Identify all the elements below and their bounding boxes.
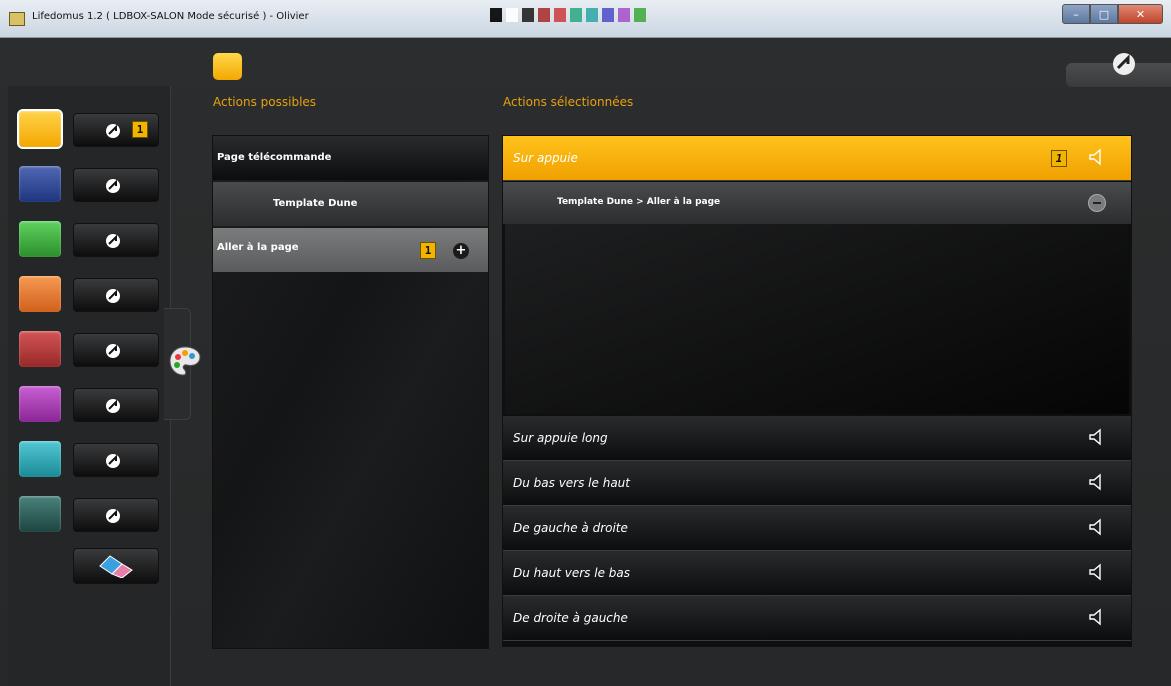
rotate-icon <box>106 399 120 413</box>
list-item-label: Page télécommande <box>217 152 332 163</box>
speaker-icon[interactable] <box>1087 148 1105 166</box>
speaker-icon[interactable] <box>1087 608 1105 626</box>
color-action-button-8[interactable] <box>73 498 159 532</box>
app-body: 1 Actions possibles Actions sélectionnée… <box>0 38 1171 686</box>
possible-actions-list: Page télécommande Template Dune Aller à … <box>212 135 489 649</box>
selected-action-label: Template Dune > Aller à la page <box>557 197 721 207</box>
color-row-2 <box>19 166 159 206</box>
close-button[interactable]: ✕ <box>1118 4 1163 24</box>
list-item-label: Aller à la page <box>217 242 299 253</box>
badge-count: 1 <box>132 121 148 138</box>
rotate-icon <box>106 179 120 193</box>
rotate-icon <box>106 454 120 468</box>
color-swatch-purple[interactable] <box>19 386 61 422</box>
window-controls: – □ ✕ <box>1062 4 1163 24</box>
speaker-icon[interactable] <box>1087 473 1105 491</box>
speaker-icon[interactable] <box>1087 428 1105 446</box>
rotate-icon <box>106 124 120 138</box>
color-row-1: 1 <box>17 109 159 151</box>
left-heading: Actions possibles <box>213 95 317 109</box>
event-label: Sur appuie <box>513 151 578 165</box>
event-row-swipe-up[interactable]: Du bas vers le haut <box>503 461 1131 506</box>
color-swatch-teal[interactable] <box>19 496 61 532</box>
palette-icon[interactable] <box>168 344 202 378</box>
color-swatch-cyan[interactable] <box>19 441 61 477</box>
color-swatch-green[interactable] <box>19 221 61 257</box>
color-action-button-5[interactable] <box>73 333 159 367</box>
color-row-6 <box>19 386 159 426</box>
color-action-button-1[interactable]: 1 <box>73 113 159 147</box>
app-icon <box>9 12 25 26</box>
color-swatch-orange[interactable] <box>19 276 61 312</box>
color-swatch-blue[interactable] <box>19 166 61 202</box>
eraser-button[interactable] <box>73 548 159 584</box>
color-swatch-red[interactable] <box>19 331 61 367</box>
selected-action-row[interactable]: Template Dune > Aller à la page <box>503 182 1131 224</box>
rotate-icon <box>106 289 120 303</box>
list-item-label: Template Dune <box>273 198 358 209</box>
add-action-button[interactable]: + <box>453 243 469 259</box>
minimize-button[interactable]: – <box>1062 4 1090 24</box>
eraser-icon <box>99 555 133 578</box>
color-action-button-4[interactable] <box>73 278 159 312</box>
rotate-icon <box>106 344 120 358</box>
event-row-on-press[interactable]: Sur appuie 1 <box>503 136 1131 181</box>
event-row-swipe-right[interactable]: De gauche à droite <box>503 506 1131 551</box>
event-label: Sur appuie long <box>513 431 608 445</box>
color-swatch-yellow[interactable] <box>17 109 63 149</box>
color-row-5 <box>19 331 159 371</box>
event-label: De gauche à droite <box>513 521 628 535</box>
event-label: De droite à gauche <box>513 611 628 625</box>
event-row-swipe-down[interactable]: Du haut vers le bas <box>503 551 1131 596</box>
color-action-button-7[interactable] <box>73 443 159 477</box>
list-item-remote-page[interactable]: Page télécommande <box>213 136 488 180</box>
event-row-long-press[interactable]: Sur appuie long <box>503 416 1131 461</box>
action-detail-area <box>505 224 1129 414</box>
event-label: Du bas vers le haut <box>513 476 630 490</box>
color-row-7 <box>19 441 159 481</box>
rotate-icon <box>106 234 120 248</box>
color-row-3 <box>19 221 159 261</box>
color-action-button-2[interactable] <box>73 168 159 202</box>
list-item-template-dune[interactable]: Template Dune <box>213 182 488 226</box>
rotate-icon <box>106 509 120 523</box>
titlebar-background-thumbnails <box>490 8 810 34</box>
color-row-4 <box>19 276 159 316</box>
remove-action-button[interactable] <box>1088 194 1106 212</box>
speaker-icon[interactable] <box>1087 518 1105 536</box>
maximize-button[interactable]: □ <box>1090 4 1118 24</box>
color-action-button-3[interactable] <box>73 223 159 257</box>
color-action-button-6[interactable] <box>73 388 159 422</box>
list-item-go-to-page[interactable]: Aller à la page 1 + <box>213 228 488 272</box>
right-heading: Actions sélectionnées <box>503 95 634 109</box>
event-row-swipe-left[interactable]: De droite à gauche <box>503 596 1131 641</box>
window-title: Lifedomus 1.2 ( LDBOX-SALON Mode sécuris… <box>32 11 309 22</box>
color-row-8 <box>19 496 159 536</box>
badge-count: 1 <box>420 242 436 259</box>
selected-color-indicator <box>213 53 242 80</box>
selected-actions-list: Sur appuie 1 Template Dune > Aller à la … <box>502 135 1132 647</box>
event-label: Du haut vers le bas <box>513 566 630 580</box>
window-titlebar: Lifedomus 1.2 ( LDBOX-SALON Mode sécuris… <box>0 0 1171 38</box>
speaker-icon[interactable] <box>1087 563 1105 581</box>
rotate-icon[interactable] <box>1110 50 1138 78</box>
badge-count: 1 <box>1051 150 1067 167</box>
